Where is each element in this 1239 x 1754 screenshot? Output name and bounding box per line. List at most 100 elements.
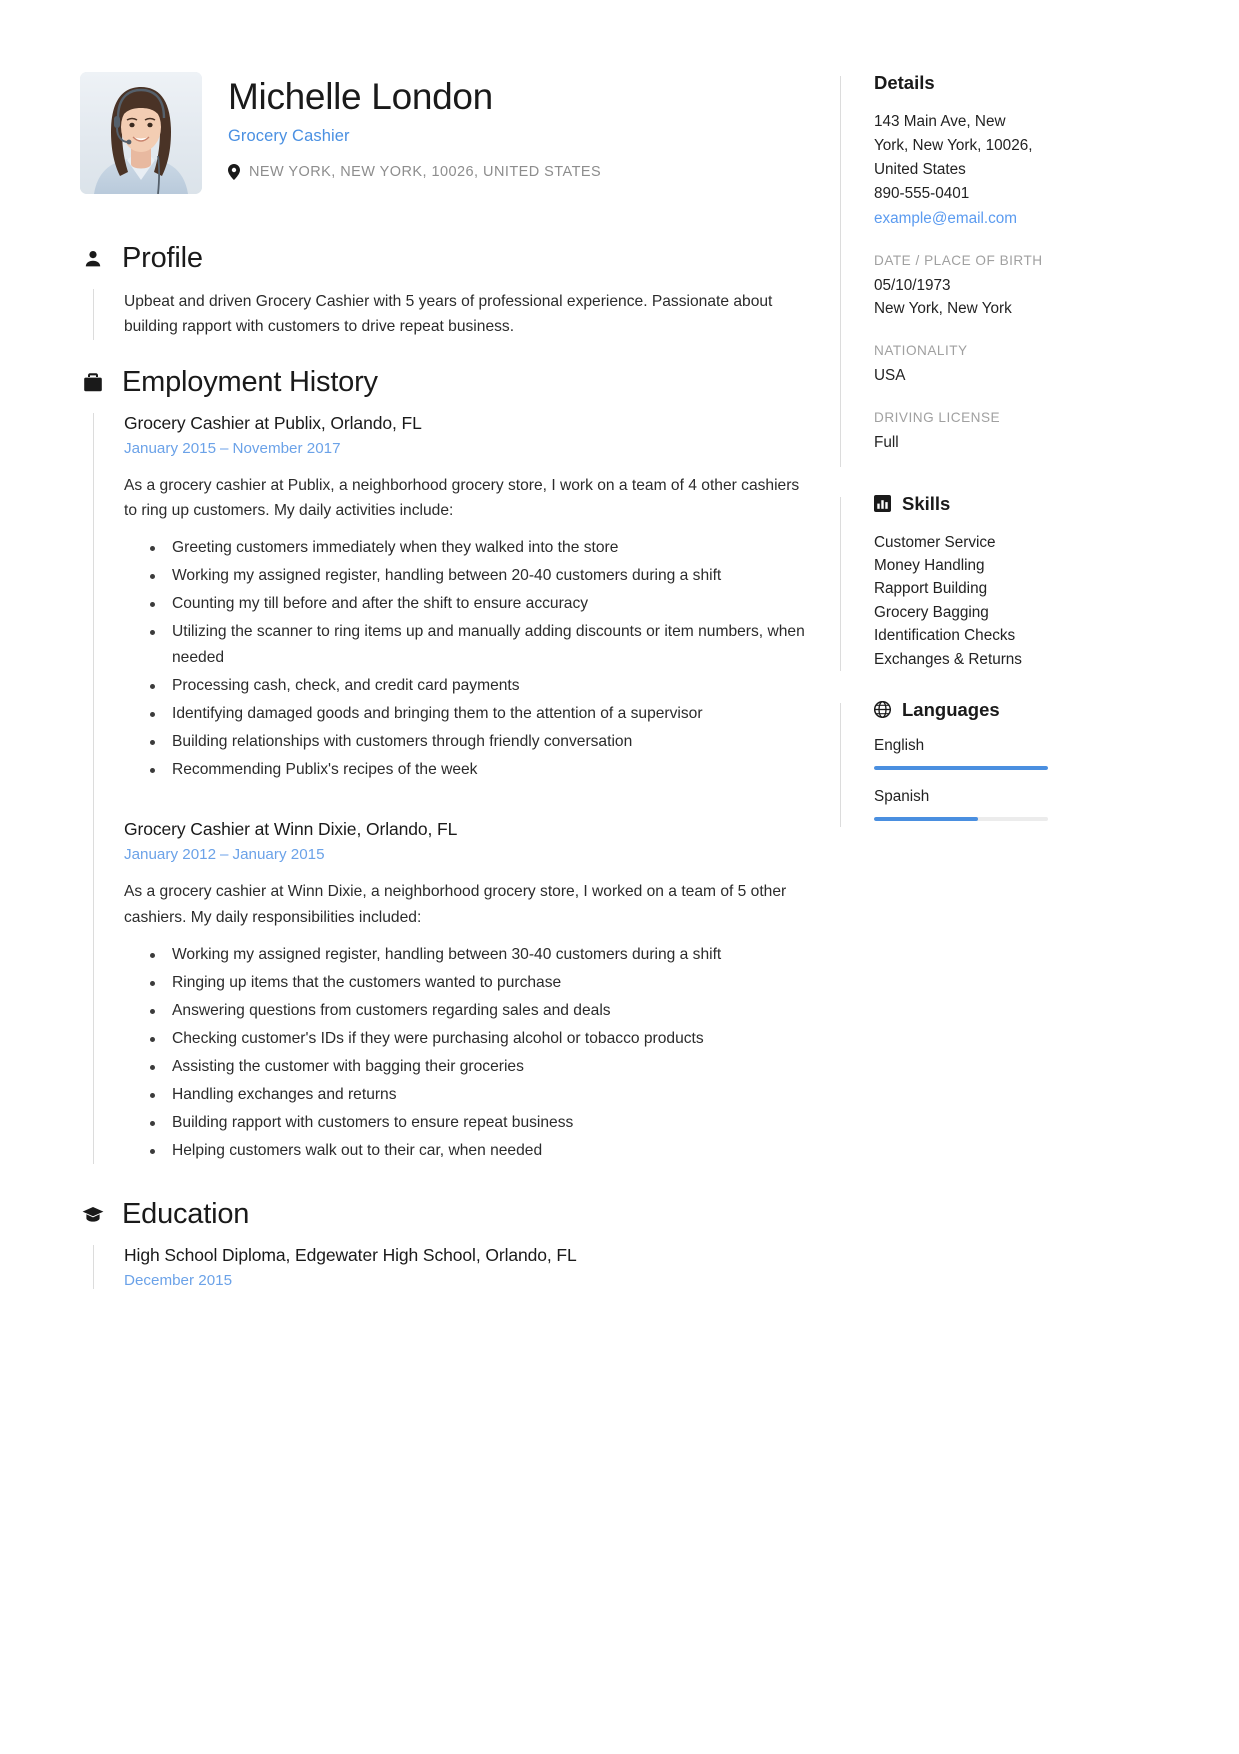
date-dash: – [220,439,229,457]
sidebar-section-details: Details 143 Main Ave, New York, New York… [840,72,1160,467]
list-item: Identifying damaged goods and bringing t… [150,701,814,727]
sidebar-section-languages: Languages English Spanish [840,699,1160,827]
sidebar-title-languages: Languages [874,699,1160,721]
location-pin-icon [228,164,240,181]
driving-license-value: Full [874,433,899,451]
languages-title-text: Languages [902,698,1000,720]
list-item: Grocery Bagging [874,603,989,621]
list-item: Working my assigned register, handling b… [150,563,814,589]
resume-header: Michelle London Grocery Cashier NEW YORK… [80,72,814,194]
profile-text: Upbeat and driven Grocery Cashier with 5… [124,293,773,336]
education-entry: High School Diploma, Edgewater High Scho… [124,1245,814,1289]
list-item: Processing cash, check, and credit card … [150,673,814,699]
language-level-fill [874,765,1048,770]
list-item: Recommending Publix's recipes of the wee… [150,757,814,783]
section-title-employment: Employment History [122,365,378,398]
list-item: Money Handling [874,556,985,574]
list-item: Building rapport with customers to ensur… [150,1110,814,1136]
list-item: Building relationships with customers th… [150,729,814,755]
main-column: Michelle London Grocery Cashier NEW YORK… [80,72,840,1714]
date-end: January 2015 [232,846,325,864]
list-item: Customer Service [874,533,996,551]
resume-page: Michelle London Grocery Cashier NEW YORK… [0,0,1239,1754]
sidebar-title-skills: Skills [874,493,1160,515]
list-item: Checking customer's IDs if they were pur… [150,1026,814,1052]
employment-bullet-list: Greeting customers immediately when they… [124,535,814,783]
list-item: Working my assigned register, handling b… [150,942,814,968]
education-body: High School Diploma, Edgewater High Scho… [93,1245,814,1290]
section-profile: Profile Upbeat and driven Grocery Cashie… [80,242,814,340]
sidebar-divider [840,76,841,467]
location-text: NEW YORK, NEW YORK, 10026, UNITED STATES [249,164,602,181]
dob-place: New York, New York [874,300,1012,318]
address-line-2: York, New York, 10026, [874,137,1033,155]
date-dash: – [220,846,229,864]
job-title: Grocery Cashier [228,127,350,146]
driving-license-label: DRIVING LICENSE [874,409,1001,425]
date-start: January 2012 [124,846,217,864]
details-title-text: Details [874,72,935,93]
section-employment: Employment History Grocery Cashier at Pu… [80,366,814,1165]
education-entry-date: December 2015 [124,1272,233,1290]
address-line-1: 143 Main Ave, New [874,113,1006,130]
language-level-bar [874,816,1048,821]
list-item: Identification Checks [874,627,1016,645]
dob-label: DATE / PLACE OF BIRTH [874,252,1043,268]
avatar [80,72,202,194]
employment-bullet-list: Working my assigned register, handling b… [124,942,814,1164]
employment-entry: Grocery Cashier at Winn Dixie, Orlando, … [124,819,814,1164]
page-title: Michelle London [228,76,493,117]
employment-entry-intro: As a grocery cashier at Publix, a neighb… [124,476,800,519]
list-item: Assisting the customer with bagging thei… [150,1054,814,1080]
employment-entry-date: January 2012– January 2015 [124,846,814,863]
language-item: English [874,737,1160,770]
list-item: Answering questions from customers regar… [150,998,814,1024]
sidebar: Details 143 Main Ave, New York, New York… [840,72,1160,1714]
list-item: Rapport Building [874,580,988,598]
sidebar-divider [840,702,841,827]
date-start: January 2015 [124,439,217,457]
employment-body: Grocery Cashier at Publix, Orlando, FL J… [93,412,814,1165]
language-level-bar [874,765,1048,770]
language-level-fill [874,816,979,821]
profile-heading: Profile [80,242,814,275]
phone-number: 890-555-0401 [874,185,970,203]
education-entry-title: High School Diploma, Edgewater High Scho… [124,1245,577,1266]
section-title-profile: Profile [122,242,203,274]
nationality-value: USA [874,367,906,385]
skills-list: Customer Service Money Handling Rapport … [874,531,1160,671]
identity-block: Michelle London Grocery Cashier NEW YORK… [228,72,602,181]
bar-chart-icon [874,495,891,513]
list-item: Ringing up items that the customers want… [150,970,814,996]
employment-entry-date: January 2015– November 2017 [124,440,814,457]
employment-entry: Grocery Cashier at Publix, Orlando, FL J… [124,413,814,784]
sidebar-divider [840,496,841,671]
list-item: Helping customers walk out to their car,… [150,1138,814,1164]
email-link[interactable]: example@email.com [874,207,1160,231]
list-item: Exchanges & Returns [874,650,1022,668]
language-name: Spanish [874,787,930,805]
list-item: Handling exchanges and returns [150,1082,814,1108]
section-education: Education High School Diploma, Edgewater… [80,1198,814,1290]
list-item: Utilizing the scanner to ring items up a… [150,619,814,671]
location-row: NEW YORK, NEW YORK, 10026, UNITED STATES [228,164,602,181]
nationality-label: NATIONALITY [874,343,968,359]
briefcase-icon [80,372,106,392]
graduation-cap-icon [80,1206,106,1223]
address-line-3: United States [874,161,966,179]
employment-entry-title: Grocery Cashier at Winn Dixie, Orlando, … [124,819,458,840]
employment-heading: Employment History [80,366,814,399]
employment-entry-intro: As a grocery cashier at Winn Dixie, a ne… [124,883,787,926]
employment-entry-title: Grocery Cashier at Publix, Orlando, FL [124,412,422,433]
sidebar-section-skills: Skills Customer Service Money Handling R… [840,493,1160,671]
education-heading: Education [80,1198,814,1231]
list-item: Counting my till before and after the sh… [150,591,814,617]
person-icon [80,249,106,269]
profile-body: Upbeat and driven Grocery Cashier with 5… [93,289,814,340]
dob-date: 05/10/1973 [874,276,951,294]
skills-title-text: Skills [902,492,951,514]
list-item: Greeting customers immediately when they… [150,535,814,561]
language-item: Spanish [874,788,1160,821]
contact-block: 143 Main Ave, New York, New York, 10026,… [874,110,1160,231]
date-end: November 2017 [232,439,341,457]
